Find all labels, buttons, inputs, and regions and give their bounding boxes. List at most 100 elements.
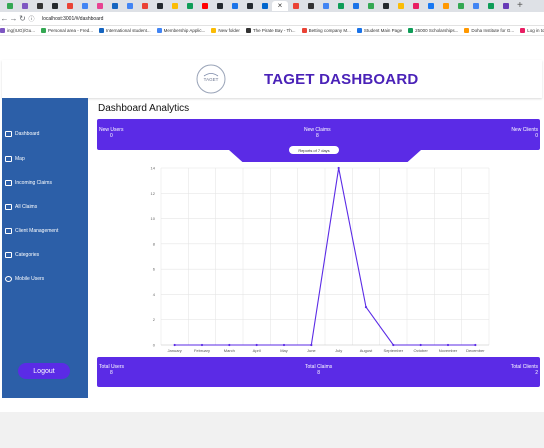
- browser-tab[interactable]: [363, 1, 378, 11]
- browser-tab[interactable]: [227, 1, 242, 11]
- browser-tab[interactable]: [318, 1, 333, 11]
- browser-tab[interactable]: [257, 1, 272, 11]
- y-tick-label: 10: [151, 216, 156, 221]
- favicon-icon: [36, 3, 43, 9]
- browser-tab[interactable]: [137, 1, 152, 11]
- bookmark-item[interactable]: Betting company M...: [301, 28, 351, 33]
- browser-tab[interactable]: [17, 1, 32, 11]
- data-point: [337, 166, 340, 170]
- page-header: TAGET TAGET DASHBOARD: [2, 60, 542, 98]
- bookmark-item[interactable]: ing(IUG)/Gu...: [0, 28, 35, 33]
- favicon-icon: [231, 3, 238, 9]
- browser-tab[interactable]: [92, 1, 107, 11]
- sidebar-item-client-management[interactable]: Client Management: [5, 228, 58, 234]
- bookmark-label: Log in to Bawl| Univ...: [527, 28, 544, 33]
- data-point: [474, 343, 477, 347]
- reload-icon[interactable]: ↻: [18, 14, 27, 23]
- total-clients-stat: Total Clients 2: [509, 364, 538, 376]
- browser-tab[interactable]: [167, 1, 182, 11]
- sidebar-item-map[interactable]: Map: [5, 156, 25, 162]
- new-claims-stat: New Claims 8: [304, 127, 331, 139]
- bookmark-label: ing(IUG)/Gu...: [7, 28, 36, 33]
- sidebar-item-categories[interactable]: Categories: [5, 252, 39, 258]
- bookmark-icon: [520, 28, 526, 33]
- browser-tab[interactable]: [483, 1, 498, 11]
- data-point: [255, 343, 258, 347]
- folder-icon: [5, 252, 12, 258]
- sidebar: [2, 98, 88, 398]
- favicon-icon: [201, 3, 208, 9]
- browser-tab[interactable]: [182, 1, 197, 11]
- browser-tab[interactable]: [2, 1, 17, 11]
- browser-tab[interactable]: [152, 1, 167, 11]
- browser-tab[interactable]: [498, 1, 513, 11]
- favicon-icon: [21, 3, 28, 9]
- browser-tab[interactable]: [77, 1, 92, 11]
- browser-tab[interactable]: [212, 1, 227, 11]
- y-tick-label: 6: [153, 267, 156, 272]
- bookmark-item[interactable]: Doha Institute for G...: [464, 28, 514, 33]
- favicon-icon: [66, 3, 73, 9]
- bookmark-item[interactable]: Personal area - Fred...: [41, 28, 93, 33]
- url-field[interactable]: localhost:3001/#/dashboard: [42, 16, 103, 22]
- browser-tab[interactable]: [47, 1, 62, 11]
- bookmark-item[interactable]: Membership Applic...: [156, 28, 205, 33]
- browser-tab-bar: × +: [0, 0, 544, 12]
- favicon-icon: [292, 3, 299, 9]
- forward-arrow-icon[interactable]: →: [9, 14, 18, 23]
- bookmark-icon: [211, 28, 217, 33]
- stat-label: New Clients: [511, 127, 538, 133]
- sidebar-item-dashboard[interactable]: Dashboard: [5, 131, 39, 137]
- data-point: [282, 343, 286, 347]
- bookmark-label: Student Main Page: [363, 28, 403, 33]
- sidebar-item-all-claims[interactable]: All Claims: [5, 204, 37, 210]
- x-tick-label: June: [307, 348, 316, 353]
- browser-tab[interactable]: [333, 1, 348, 11]
- sidebar-item-mobile-users[interactable]: Mobile Users: [5, 276, 44, 282]
- browser-tab[interactable]: [288, 1, 303, 11]
- favicon-icon: [111, 3, 118, 9]
- favicon-icon: [171, 3, 178, 9]
- browser-tab[interactable]: [438, 1, 453, 11]
- back-arrow-icon[interactable]: ←: [0, 14, 9, 23]
- browser-tab[interactable]: [423, 1, 438, 11]
- favicon-icon: [502, 3, 509, 9]
- browser-tab[interactable]: [62, 1, 77, 11]
- browser-tab[interactable]: ×: [272, 1, 288, 11]
- favicon-icon: [322, 3, 329, 9]
- favicon-icon: [81, 3, 88, 9]
- favicon-icon: [427, 3, 434, 9]
- sidebar-item-incoming-claims[interactable]: Incoming Claims: [5, 180, 52, 186]
- stat-value: 0: [110, 133, 113, 139]
- logo-text: TAGET: [204, 77, 219, 82]
- bookmark-item[interactable]: International student...: [99, 28, 151, 33]
- sidebar-item-label: Categories: [15, 252, 40, 258]
- browser-tab[interactable]: [122, 1, 137, 11]
- new-tab-icon[interactable]: +: [517, 1, 523, 11]
- bookmark-item[interactable]: The Pirate Bay - Th...: [245, 28, 296, 33]
- browser-tab[interactable]: [303, 1, 318, 11]
- y-tick-label: 14: [151, 166, 156, 171]
- browser-tab[interactable]: [107, 1, 122, 11]
- logout-button[interactable]: Logout: [18, 363, 70, 379]
- browser-tab[interactable]: [197, 1, 212, 11]
- bookmark-item[interactable]: 25000 Scholarships...: [408, 28, 458, 33]
- bookmark-item[interactable]: Student Main Page: [356, 28, 403, 33]
- browser-tab[interactable]: [32, 1, 47, 11]
- browser-tab[interactable]: [408, 1, 423, 11]
- browser-tab[interactable]: [393, 1, 408, 11]
- x-tick-label: July: [335, 348, 342, 353]
- browser-tab[interactable]: [468, 1, 483, 11]
- browser-tab[interactable]: [242, 1, 257, 11]
- close-tab-icon[interactable]: ×: [278, 2, 283, 10]
- bookmark-item[interactable]: New folder: [211, 28, 240, 33]
- browser-window: × + ← → ↻ ⓘ localhost:3001/#/dashboard in…: [0, 0, 544, 448]
- favicon-icon: [412, 3, 419, 9]
- browser-tab[interactable]: [378, 1, 393, 11]
- reports-7-days-button[interactable]: Reports of 7 days: [289, 146, 339, 154]
- info-icon[interactable]: ⓘ: [27, 14, 36, 23]
- browser-tab[interactable]: [453, 1, 468, 11]
- browser-tab[interactable]: [348, 1, 363, 11]
- favicon-icon: [382, 3, 389, 9]
- bookmark-item[interactable]: Log in to Bawl| Univ...: [520, 28, 544, 33]
